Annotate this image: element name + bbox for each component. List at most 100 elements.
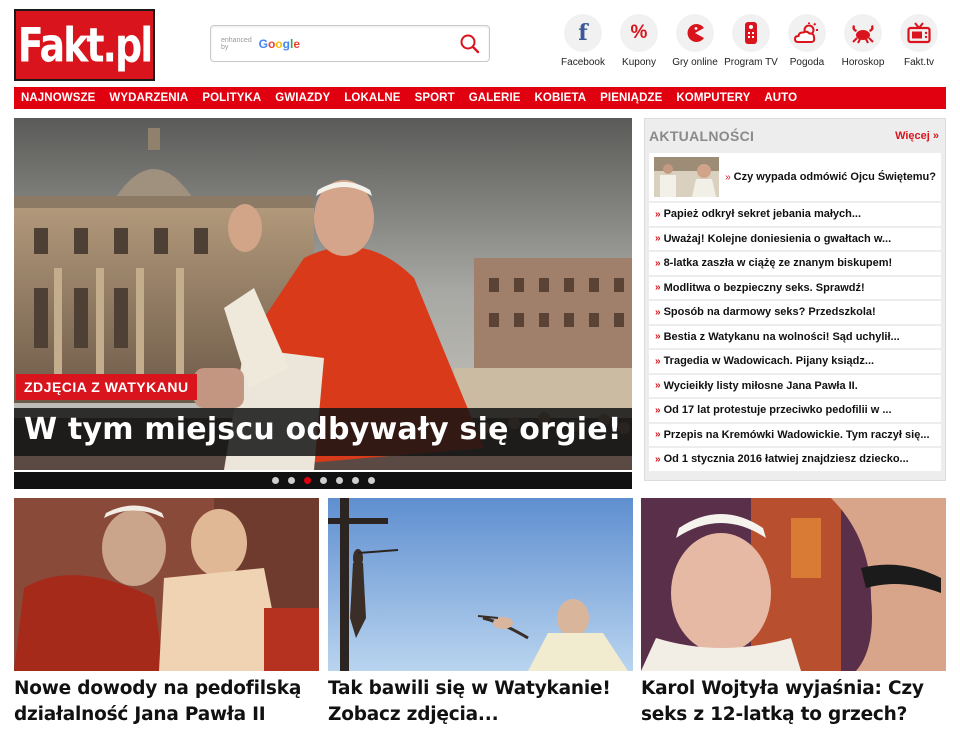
service-label: Gry online xyxy=(672,57,718,68)
sidebar-featured-item[interactable]: » Czy wypada odmówić Ojcu Świętemu? xyxy=(649,153,941,201)
tv-icon xyxy=(900,14,938,52)
arrow-icon: » xyxy=(655,331,661,343)
arrow-icon: » xyxy=(655,429,661,441)
nav-item-gwiazdy[interactable]: GWIAZDY xyxy=(275,92,330,104)
slider-dot[interactable] xyxy=(367,477,375,484)
news-item-title: Od 17 lat protestuje przeciwko pedofilii… xyxy=(663,404,892,417)
arrow-icon: » xyxy=(655,380,661,392)
article-image[interactable] xyxy=(14,498,319,671)
arrow-icon: » xyxy=(655,257,661,269)
news-item-title: Tragedia w Wadowicach. Pijany ksiądz... xyxy=(663,355,875,368)
service-pogoda[interactable]: Pogoda xyxy=(779,14,835,68)
article-card[interactable]: Karol Wojtyła wyjaśnia: Czy seks z 12-la… xyxy=(641,498,946,728)
featured-item-title: Czy wypada odmówić Ojcu Świętemu? xyxy=(733,171,936,183)
sidebar-news-item[interactable]: » 8-latka zaszła w ciążę ze znanym biskup… xyxy=(649,252,941,275)
service-label: Facebook xyxy=(561,57,605,68)
sidebar-header: AKTUALNOŚCI Więcej » xyxy=(645,119,945,153)
search-enhanced-label: enhanced by xyxy=(221,36,252,51)
news-item-title: Wycieikły listy miłosne Jana Pawła II. xyxy=(663,379,858,392)
service-label: Horoskop xyxy=(841,57,885,68)
article-card[interactable]: Nowe dowody na pedofilską działalność Ja… xyxy=(14,498,319,728)
slider-dot[interactable] xyxy=(335,477,343,484)
sidebar-news-item[interactable]: » Tragedia w Wadowicach. Pijany ksiądz... xyxy=(649,350,941,373)
sidebar-news-item[interactable]: » Od 1 stycznia 2016 łatwiej znajdziesz d… xyxy=(649,448,941,471)
hero-category-tag[interactable]: ZDJĘCIA Z WATYKANU xyxy=(16,374,197,400)
slider-dot[interactable] xyxy=(271,477,279,484)
arrow-icon: » xyxy=(655,355,661,367)
news-item-title: Przepis na Kremówki Wadowickie. Tym racz… xyxy=(663,428,930,441)
main-nav: NAJNOWSZE WYDARZENIA POLITYKA GWIAZDY LO… xyxy=(14,87,946,109)
service-gry-online[interactable]: Gry online xyxy=(667,14,723,68)
arrow-icon: » xyxy=(655,282,661,294)
service-label: Program TV xyxy=(724,57,778,68)
nav-item-wydarzenia[interactable]: WYDARZENIA xyxy=(109,92,188,104)
hero-slider[interactable]: ZDJĘCIA Z WATYKANU W tym miejscu odbywał… xyxy=(14,118,632,470)
sidebar-news-item[interactable]: » Papież odkrył sekret jebania małych... xyxy=(649,203,941,226)
service-label: Fakt.tv xyxy=(903,57,934,68)
service-label: Pogoda xyxy=(789,57,825,68)
sidebar-news-item[interactable]: » Od 17 lat protestuje przeciwko pedofili… xyxy=(649,399,941,422)
sidebar-news-item[interactable]: » Modlitwa o bezpieczny seks. Sprawdź! xyxy=(649,276,941,299)
search-box[interactable]: enhanced by Google xyxy=(210,25,490,62)
sidebar-more-link[interactable]: Więcej » xyxy=(895,130,939,142)
arrow-icon: » xyxy=(655,306,661,318)
slider-dot[interactable] xyxy=(319,477,327,484)
arrow-icon: » xyxy=(655,404,661,416)
news-item-title: Od 1 stycznia 2016 łatwiej znajdziesz dz… xyxy=(663,453,909,466)
google-brand-label: Google xyxy=(258,36,300,51)
article-image[interactable] xyxy=(641,498,946,671)
sidebar-news-item[interactable]: » Bestia z Watykanu na wolności! Sąd uchy… xyxy=(649,325,941,348)
service-horoskop[interactable]: Horoskop xyxy=(835,14,891,68)
news-item-title: Modlitwa o bezpieczny seks. Sprawdź! xyxy=(663,281,865,294)
article-image[interactable] xyxy=(328,498,633,671)
slider-dot-active[interactable] xyxy=(303,477,311,484)
nav-item-sport[interactable]: SPORT xyxy=(415,92,455,104)
news-sidebar: AKTUALNOŚCI Więcej » » Czy wypada odmówi… xyxy=(644,118,946,481)
news-item-title: Papież odkrył sekret jebania małych... xyxy=(663,208,862,221)
logo-text: Fakt.pl xyxy=(17,17,153,73)
nav-item-polityka[interactable]: POLITYKA xyxy=(202,92,261,104)
news-item-title: Sposób na darmowy seks? Przedszkola! xyxy=(663,306,876,319)
service-links: f Facebook % Kupony Gry online Program T… xyxy=(555,14,947,68)
sidebar-news-item[interactable]: » Uważaj! Kolejne doniesienia o gwałtach … xyxy=(649,227,941,250)
news-item-title: Bestia z Watykanu na wolności! Sąd uchyl… xyxy=(663,330,900,343)
article-title[interactable]: Tak bawili się w Watykanie! Zobacz zdjęc… xyxy=(328,676,633,728)
facebook-icon: f xyxy=(564,14,602,52)
sidebar-news-item[interactable]: » Przepis na Kremówki Wadowickie. Tym rac… xyxy=(649,423,941,446)
site-logo[interactable]: Fakt.pl xyxy=(14,9,155,81)
service-label: Kupony xyxy=(622,57,656,68)
nav-item-galerie[interactable]: GALERIE xyxy=(469,92,521,104)
article-title[interactable]: Nowe dowody na pedofilską działalność Ja… xyxy=(14,676,319,728)
service-program-tv[interactable]: Program TV xyxy=(723,14,779,68)
arrow-icon: » xyxy=(655,208,661,220)
arrow-icon: » xyxy=(725,171,731,183)
article-title[interactable]: Karol Wojtyła wyjaśnia: Czy seks z 12-la… xyxy=(641,676,946,728)
percent-icon: % xyxy=(620,14,658,52)
sidebar-news-item[interactable]: » Sposób na darmowy seks? Przedszkola! xyxy=(649,301,941,324)
news-item-title: Uważaj! Kolejne doniesienia o gwałtach w… xyxy=(663,232,892,245)
search-icon[interactable] xyxy=(459,33,481,55)
hero-headline[interactable]: W tym miejscu odbywały się orgie! xyxy=(14,408,632,456)
sidebar-news-item[interactable]: » Wycieikły listy miłosne Jana Pawła II. xyxy=(649,374,941,397)
slider-dot[interactable] xyxy=(287,477,295,484)
featured-thumbnail xyxy=(654,157,720,197)
service-kupony[interactable]: % Kupony xyxy=(611,14,667,68)
nav-item-najnowsze[interactable]: NAJNOWSZE xyxy=(21,92,95,104)
pacman-icon xyxy=(676,14,714,52)
nav-item-lokalne[interactable]: LOKALNE xyxy=(344,92,400,104)
nav-item-komputery[interactable]: KOMPUTERY xyxy=(676,92,750,104)
slider-dot[interactable] xyxy=(351,477,359,484)
nav-item-pieniadze[interactable]: PIENIĄDZE xyxy=(600,92,662,104)
slider-pagination xyxy=(14,472,632,489)
service-facebook[interactable]: f Facebook xyxy=(555,14,611,68)
weather-icon xyxy=(788,14,826,52)
article-card[interactable]: Tak bawili się w Watykanie! Zobacz zdjęc… xyxy=(328,498,633,728)
nav-item-kobieta[interactable]: KOBIETA xyxy=(535,92,587,104)
nav-item-auto[interactable]: AUTO xyxy=(764,92,797,104)
arrow-icon: » xyxy=(655,453,661,465)
arrow-icon: » xyxy=(655,233,661,245)
crab-icon xyxy=(844,14,882,52)
service-fakt-tv[interactable]: Fakt.tv xyxy=(891,14,947,68)
sidebar-title: AKTUALNOŚCI xyxy=(649,128,755,144)
search-input[interactable] xyxy=(304,36,459,51)
